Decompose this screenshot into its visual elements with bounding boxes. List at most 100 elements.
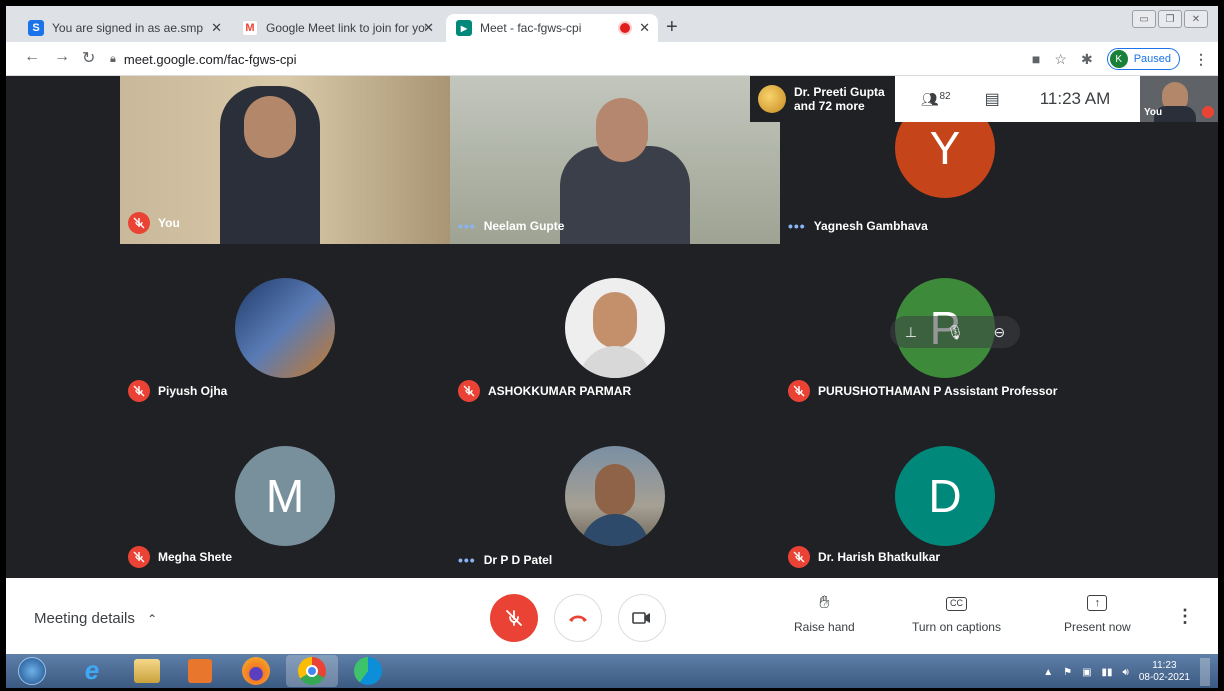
internet-explorer-icon[interactable]: e [78,657,106,685]
avatar-shirt [581,514,649,546]
show-desktop-button[interactable] [1200,658,1210,686]
tab-gmail[interactable]: M Google Meet link to join for your ✕ [232,14,442,42]
present-now-button[interactable]: ↑ Present now [1064,592,1131,634]
profile-avatar: K [1109,50,1128,68]
mic-off-icon [458,380,480,402]
camera-icon [632,612,650,624]
minimize-icon[interactable]: ▭ [1132,10,1156,28]
tab-signed-in[interactable]: S You are signed in as ae.smp ✕ [18,14,230,42]
network-device-icon[interactable]: ▣ [1082,667,1091,678]
meeting-details-button[interactable]: Meeting details ⌃ [34,610,157,627]
window-close-icon[interactable]: ✕ [1184,10,1208,28]
restore-icon[interactable]: ❐ [1158,10,1182,28]
mic-off-icon [128,212,150,234]
close-icon[interactable]: ✕ [211,20,222,36]
file-explorer-icon[interactable] [134,659,160,683]
window-controls: ▭ ❐ ✕ [1132,10,1208,28]
participant-count: 82 [939,90,951,102]
close-icon[interactable]: ✕ [639,20,650,36]
participant-tile-ashokkumar[interactable]: ASHOKKUMAR PARMAR [450,244,780,412]
address-bar[interactable]: 🔒︎ meet.google.com/fac-fgws-cpi [110,46,1110,72]
meeting-controls-bar: Meeting details ⌃ ✋︎ Raise hand CC Turn … [6,578,1218,654]
toolbar-icons: ■ ☆ ✱ K Paused ⋮ [1032,48,1208,70]
chevron-up-icon: ⌃ [147,612,158,626]
tab-meet[interactable]: ▶ Meet - fac-fgws-cpi ✕ [446,14,658,42]
volume-icon[interactable]: 🔊︎ [1123,667,1129,678]
participant-tile-harish[interactable]: D Dr. Harish Bhatkulkar [780,412,1110,578]
browser-toolbar: ← → ↻ 🔒︎ meet.google.com/fac-fgws-cpi ■ … [6,42,1218,76]
signal-icon[interactable]: ▮▮ [1102,667,1113,678]
camera-toggle-button[interactable] [618,594,666,642]
pin-icon[interactable]: ⊥ [905,324,917,341]
participant-tile-you[interactable]: You [120,76,450,244]
avatar-shirt [579,346,651,378]
menu-kebab-icon[interactable]: ⋮ [1194,51,1208,68]
avatar [235,278,335,378]
video-face [596,98,648,162]
participant-tile-piyush[interactable]: Piyush Ojha [120,244,450,412]
leave-call-button[interactable] [554,594,602,642]
action-center-icon[interactable]: ⚑ [1063,667,1072,678]
hang-up-icon [569,615,587,622]
participant-tile-pd-patel[interactable]: ••• Dr P D Patel [450,412,780,578]
close-icon[interactable]: ✕ [423,20,434,36]
firefox-icon[interactable] [242,657,270,685]
self-view-tile[interactable]: You [1140,76,1218,122]
mic-off-icon [1202,106,1214,118]
participant-label: Megha Shete [128,546,232,568]
forward-icon[interactable]: → [54,48,70,66]
meet-grid: You ••• Neelam Gupte Y ••• Yagnesh Gambh… [6,76,1218,578]
participant-label: PURUSHOTHAMAN P Assistant Professor [788,380,1057,402]
meeting-time: 11:23 AM [1039,89,1111,108]
people-button[interactable]: 👥︎ 82 [921,91,951,108]
avatar-face [593,292,637,348]
avatar: D [895,446,995,546]
chat-icon[interactable]: ▤ [985,89,1000,109]
recording-icon [620,23,630,33]
mic-off-icon [128,546,150,568]
participant-tile-neelam[interactable]: ••• Neelam Gupte [450,76,780,244]
bookmark-star-icon[interactable]: ☆ [1054,51,1067,68]
mic-off-icon [506,610,522,626]
present-icon: ↑ [1087,595,1108,611]
tab-strip: S You are signed in as ae.smp ✕ M Google… [6,6,1218,42]
video-face [244,96,296,158]
participant-label: Piyush Ojha [128,380,227,402]
participants-preview[interactable]: Dr. Preeti Gupta and 72 more [750,76,895,122]
edge-icon[interactable] [354,657,382,685]
tray-expand-icon[interactable]: ▲ [1043,667,1053,678]
back-icon[interactable]: ← [24,48,40,66]
participant-tile-megha[interactable]: M Megha Shete [120,412,450,578]
self-label: You [1144,107,1163,118]
speaking-indicator-icon: ••• [458,218,476,234]
mic-toggle-button[interactable] [490,594,538,642]
new-tab-icon[interactable]: + [666,16,678,39]
extensions-icon[interactable]: ✱ [1081,51,1093,68]
media-player-icon[interactable] [188,659,212,683]
chrome-taskbar-active[interactable] [286,655,338,687]
captions-button[interactable]: CC Turn on captions [912,592,1001,634]
remove-icon[interactable]: ⊖ [994,324,1006,341]
avatar [565,278,665,378]
lock-icon: 🔒︎ [110,52,116,65]
mute-participant-icon[interactable]: 🎙︎ [946,324,964,341]
participant-tile-purushothaman[interactable]: P ⊥ 🎙︎ ⊖ PURUSHOTHAMAN P Assistant Profe… [780,244,1110,412]
participant-label: ASHOKKUMAR PARMAR [458,380,631,402]
start-button[interactable] [18,657,46,685]
more-options-icon[interactable]: ⋮ [1176,606,1194,627]
tile-hover-actions: ⊥ 🎙︎ ⊖ [890,316,1020,348]
raise-hand-button[interactable]: ✋︎ Raise hand [794,592,855,634]
participant-label: ••• Dr P D Patel [458,552,553,568]
s-favicon-icon: S [28,20,44,36]
meeting-info-bar: Dr. Preeti Gupta and 72 more 👥︎ 82 ▤ 11:2… [750,76,1140,122]
tab-title: Google Meet link to join for your [266,21,426,35]
url-text: meet.google.com/fac-fgws-cpi [123,51,297,67]
avatar: M [235,446,335,546]
gmail-favicon-icon: M [242,20,258,36]
profile-button[interactable]: K Paused [1106,48,1180,70]
avatar [565,446,665,546]
system-clock[interactable]: 11:23 08-02-2021 [1139,660,1190,684]
reload-icon[interactable]: ↻ [82,48,95,68]
camera-indicator-icon[interactable]: ■ [1032,51,1040,67]
system-tray: ▲ ⚑ ▣ ▮▮ 🔊︎ 11:23 08-02-2021 [1043,658,1210,686]
